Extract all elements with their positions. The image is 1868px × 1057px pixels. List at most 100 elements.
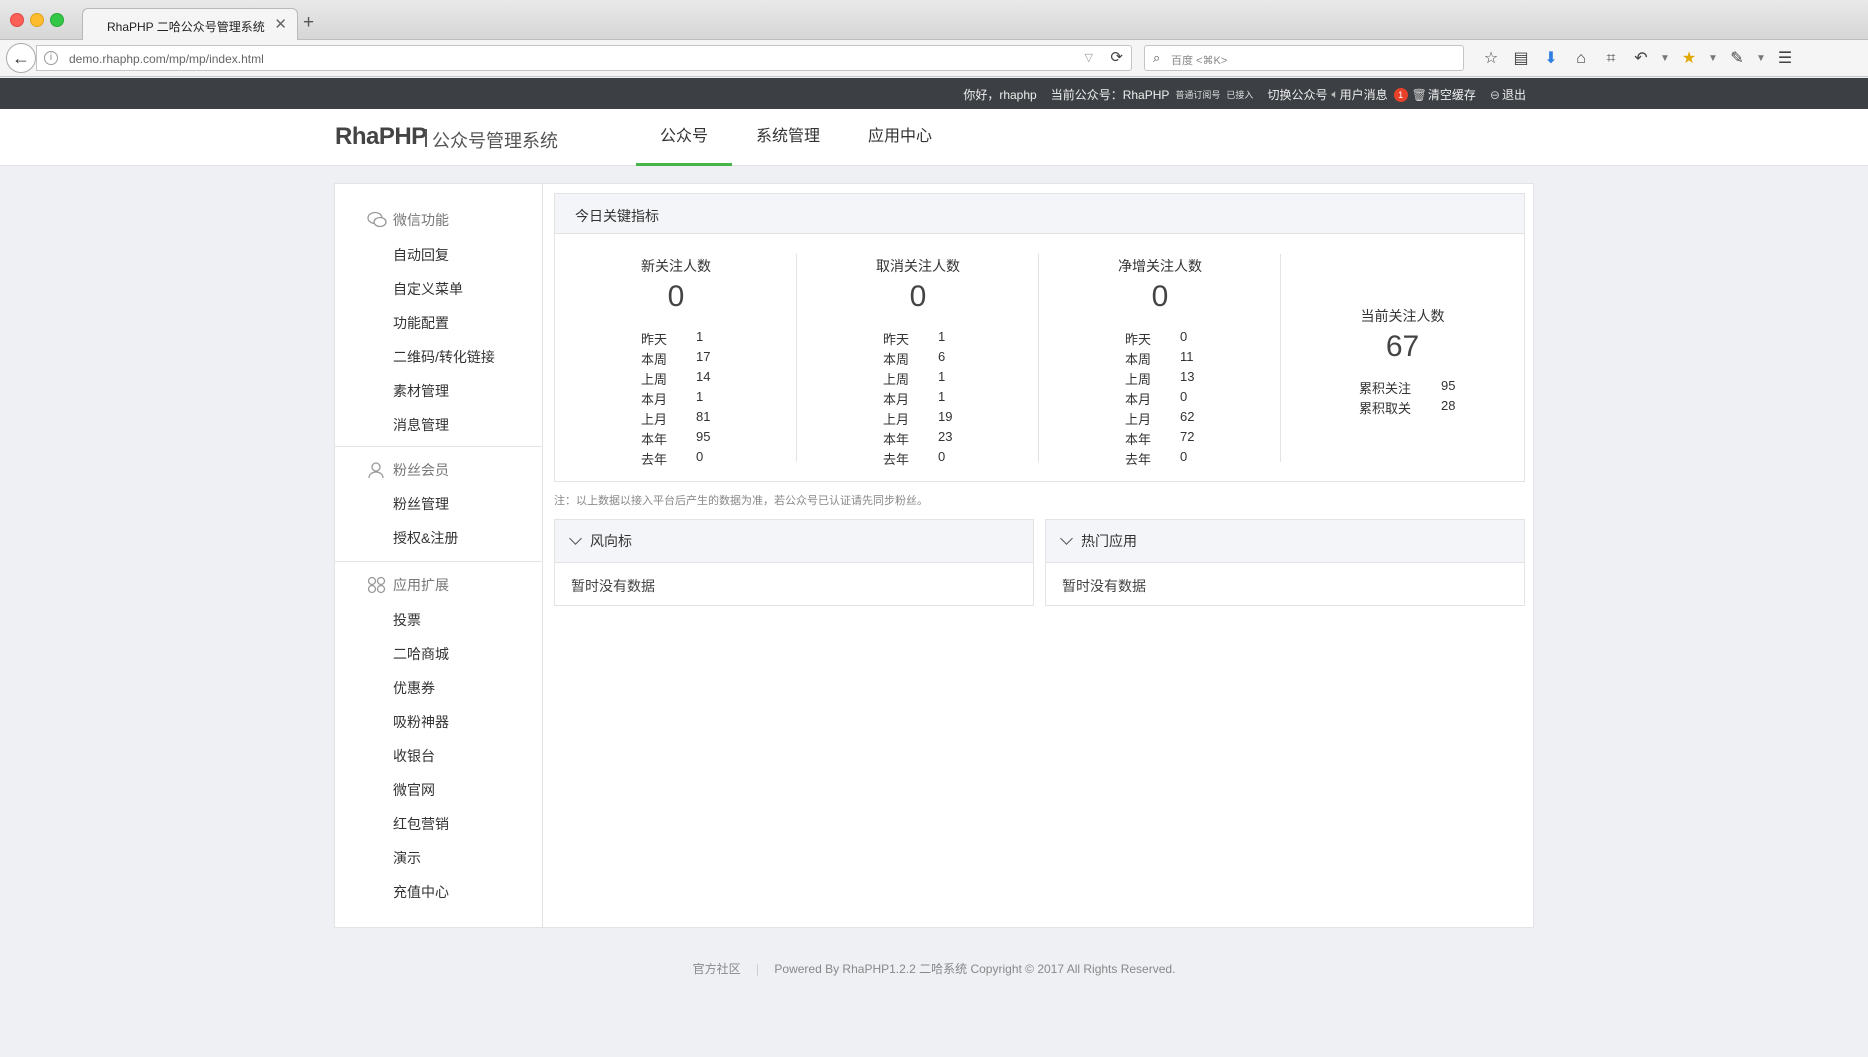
card-title: 热门应用 — [1081, 533, 1137, 549]
kpi-current-followers: 当前关注人数 67 累积关注 95 累积取关 28 — [1281, 254, 1524, 462]
sidebar-item-fans[interactable]: 粉丝管理 — [393, 494, 449, 514]
sidebar-divider — [335, 561, 542, 562]
kpi-row-value: 95 — [1441, 378, 1456, 393]
kpi-row-value: 14 — [696, 369, 711, 384]
sidebar-item-recharge[interactable]: 充值中心 — [393, 882, 449, 902]
dropdown-icon[interactable]: ▼ — [1752, 48, 1770, 70]
chevron-down-icon[interactable] — [1060, 532, 1073, 545]
sidebar-item-cashier[interactable]: 收银台 — [393, 746, 435, 766]
trend-card-header[interactable]: 风向标 — [555, 520, 1033, 563]
kpi-title: 新关注人数 — [641, 258, 711, 274]
dropdown-icon[interactable]: ▼ — [1704, 48, 1722, 70]
kpi-row-label: 上周 — [883, 372, 910, 387]
trend-card: 风向标 暂时没有数据 — [554, 519, 1034, 606]
kpi-row: 昨天 0 — [1125, 329, 1194, 349]
speaker-icon: 🔈︎ — [1331, 87, 1339, 101]
sidebar-item-demo[interactable]: 演示 — [393, 848, 421, 868]
new-tab-icon[interactable]: + — [303, 13, 314, 32]
logo[interactable]: RhaPHP — [335, 123, 427, 151]
search-input[interactable]: ⌕ 百度 <⌘K> — [1144, 45, 1464, 71]
reading-list-icon[interactable]: ▤ — [1506, 48, 1536, 70]
user-bar: 你好，rhaphp 当前公众号：RhaPHP 普通订阅号 已接入 切换公众号 🔈… — [0, 78, 1868, 109]
kpi-row-value: 0 — [696, 449, 704, 464]
clear-cache-link[interactable]: 清空缓存 — [1428, 86, 1476, 103]
zoom-window-button[interactable] — [50, 13, 64, 27]
kpi-row-value: 1 — [938, 389, 946, 404]
kpi-row-value: 0 — [1180, 449, 1188, 464]
download-icon[interactable]: ⬇ — [1536, 48, 1566, 70]
tab-title: RhaPHP 二哈公众号管理系统 — [107, 20, 265, 34]
close-window-button[interactable] — [10, 13, 24, 27]
nav-system[interactable]: 系统管理 — [732, 109, 844, 166]
minimize-window-button[interactable] — [30, 13, 44, 27]
sidebar-item-function-config[interactable]: 功能配置 — [393, 313, 449, 333]
kpi-row-value: 17 — [696, 349, 711, 364]
tab-close-icon[interactable]: ✕ — [274, 15, 287, 33]
kpi-title: 取消关注人数 — [876, 258, 960, 274]
user-messages-link[interactable]: 用户消息 — [1340, 86, 1388, 103]
browser-tab[interactable]: RhaPHP 二哈公众号管理系统 ✕ — [82, 8, 298, 41]
logout-link[interactable]: 退出 — [1502, 86, 1526, 103]
sidebar-item-qrcode[interactable]: 二维码/转化链接 — [393, 347, 495, 367]
back-arrow-icon[interactable]: ← — [6, 43, 36, 73]
url-text[interactable]: demo.rhaphp.com/mp/mp/index.html — [69, 52, 264, 66]
hot-apps-card-header[interactable]: 热门应用 — [1046, 520, 1524, 563]
sidebar-divider — [335, 446, 542, 447]
extension-icon[interactable]: ✎ — [1722, 48, 1752, 70]
sidebar-item-shop[interactable]: 二哈商城 — [393, 644, 449, 664]
card-title: 风向标 — [590, 533, 632, 549]
kpi-rows: 昨天 1 本周 6 上周 1 本月 1 上月 19 本年 23 去年 0 — [883, 329, 952, 469]
undo-icon[interactable]: ↶ — [1626, 48, 1656, 70]
menu-icon[interactable]: ☰ — [1770, 48, 1800, 70]
kpi-row-label: 累积取关 — [1359, 401, 1412, 416]
chevron-down-icon[interactable] — [569, 532, 582, 545]
crop-icon[interactable]: ⌗ — [1596, 48, 1626, 70]
sidebar-group-title: 粉丝会员 — [393, 462, 449, 478]
main-nav: 公众号 系统管理 应用中心 — [636, 109, 956, 166]
sidebar-item-vote[interactable]: 投票 — [393, 610, 421, 630]
reload-icon[interactable]: ⟳ — [1110, 48, 1123, 66]
kpi-row: 本周 6 — [883, 349, 952, 369]
kpi-row: 累积取关 28 — [1359, 398, 1455, 418]
info-icon[interactable]: i — [44, 51, 58, 65]
kpi-row-label: 本年 — [641, 432, 668, 447]
browser-toolbar: ☆ ▤ ⬇ ⌂ ⌗ ↶ ▼ ★ ▼ ✎ ▼ ☰ — [1476, 48, 1800, 70]
kpi-row: 本月 1 — [641, 389, 710, 409]
kpi-heading: 今日关键指标 — [555, 194, 1524, 234]
kpi-value: 67 — [1385, 330, 1420, 363]
data-note: 注：以上数据以接入平台后产生的数据为准，若公众号已认证请先同步粉丝。 — [554, 495, 928, 507]
sidebar-item-auto-reply[interactable]: 自动回复 — [393, 245, 449, 265]
sidebar-item-materials[interactable]: 素材管理 — [393, 381, 449, 401]
kpi-row-label: 去年 — [883, 452, 910, 467]
bookmark-extension-icon[interactable]: ★ — [1674, 48, 1704, 70]
dropdown-icon[interactable]: ▼ — [1656, 48, 1674, 70]
kpi-row-label: 昨天 — [883, 332, 910, 347]
kpi-row: 昨天 1 — [883, 329, 952, 349]
kpi-row-value: 1 — [696, 389, 704, 404]
sidebar-item-auth-register[interactable]: 授权&注册 — [393, 528, 458, 548]
address-bar[interactable]: i demo.rhaphp.com/mp/mp/index.html ▽ ⟳ — [36, 45, 1132, 71]
kpi-row-value: 1 — [696, 329, 704, 344]
sidebar-item-fans-tool[interactable]: 吸粉神器 — [393, 712, 449, 732]
sidebar-item-red-packet[interactable]: 红包营销 — [393, 814, 449, 834]
sidebar-item-coupon[interactable]: 优惠券 — [393, 678, 435, 698]
footer-community-link[interactable]: 官方社区 — [693, 962, 741, 976]
home-icon[interactable]: ⌂ — [1566, 48, 1596, 70]
sidebar-group-title: 微信功能 — [393, 212, 449, 228]
star-icon[interactable]: ☆ — [1476, 48, 1506, 70]
nav-mp[interactable]: 公众号 — [636, 109, 733, 166]
sidebar-item-messages[interactable]: 消息管理 — [393, 415, 449, 435]
switch-account-link[interactable]: 切换公众号 — [1267, 86, 1327, 103]
kpi-rows: 昨天 1 本周 17 上周 14 本月 1 上月 81 本年 95 去年 0 — [641, 329, 710, 469]
kpi-row-label: 本周 — [883, 352, 910, 367]
footer-copyright: Powered By RhaPHP1.2.2 二哈系统 Copyright © … — [774, 962, 1176, 976]
kpi-title: 当前关注人数 — [1360, 308, 1445, 324]
sidebar-item-custom-menu[interactable]: 自定义菜单 — [393, 279, 463, 299]
dropdown-arrow-icon[interactable]: ▽ — [1085, 51, 1093, 64]
nav-app-center[interactable]: 应用中心 — [844, 109, 956, 166]
sidebar-item-micro-site[interactable]: 微官网 — [393, 780, 435, 800]
kpi-net-followers: 净增关注人数 0 昨天 0 本周 11 上周 13 本月 0 上月 62 本年 72 去年 0 — [1039, 254, 1281, 467]
card-empty-text: 暂时没有数据 — [1062, 578, 1146, 594]
sidebar-group-apps: 应用扩展 — [367, 575, 449, 595]
kpi-row-label: 上周 — [641, 372, 668, 387]
